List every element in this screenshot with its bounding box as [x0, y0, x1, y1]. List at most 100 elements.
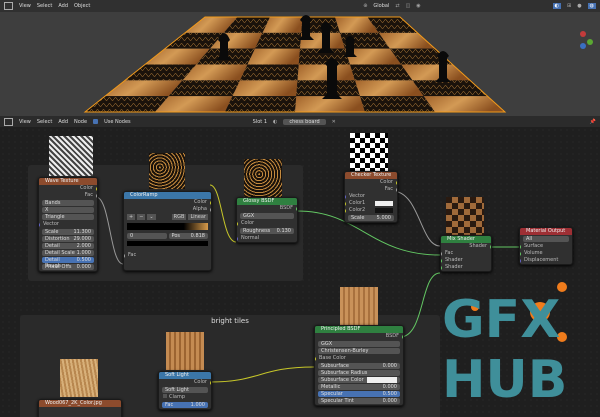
colorramp-gradient[interactable]	[127, 223, 208, 230]
principled-distribution-dropdown[interactable]: GGX	[318, 341, 400, 347]
viewport-menu-object[interactable]: Object	[74, 3, 90, 9]
overlay-icon[interactable]: ◐	[552, 3, 562, 9]
wave-detail-field[interactable]: Detail 2.000	[42, 243, 94, 249]
socket-in-displacement[interactable]	[520, 258, 521, 263]
socket-in-fac[interactable]	[441, 251, 442, 256]
principled-header[interactable]: Principled BSDF	[315, 326, 403, 333]
principled-specular-tint-field[interactable]: Specular Tint 0.000	[318, 398, 400, 404]
principled-specular-field[interactable]: Specular 0.500	[318, 391, 400, 397]
node-material-output[interactable]: Material Output All Surface Volume Displ…	[519, 227, 573, 265]
node-editor-type-icon[interactable]	[4, 117, 13, 126]
softlight-header[interactable]: Soft Light	[159, 372, 211, 379]
node-colorramp[interactable]: ColorRamp Color Alpha + − ⌄ RGB Linear 0…	[123, 191, 212, 271]
shading-solid-icon[interactable]: ●	[577, 3, 581, 9]
socket-out-color[interactable]	[96, 186, 97, 191]
orientation-dropdown[interactable]: Global	[373, 3, 389, 9]
pivot-icon[interactable]: ⇄	[395, 3, 399, 9]
socket-in-base-color[interactable]	[315, 356, 316, 361]
socket-in-color2[interactable]	[345, 208, 346, 213]
socket-out-fac[interactable]	[396, 187, 397, 192]
snap-icon[interactable]: ◫	[406, 3, 411, 9]
subsurface-color-swatch[interactable]	[367, 377, 397, 383]
socket-in-fac[interactable]	[124, 253, 125, 258]
ramp-mode-dropdown[interactable]: RGB	[171, 214, 187, 220]
material-output-header[interactable]: Material Output	[520, 228, 572, 235]
wave-direction-dropdown[interactable]: X	[42, 207, 94, 213]
wave-distortion-field[interactable]: Distortion 29.000	[42, 236, 94, 242]
gizmo-icon[interactable]: ⊞	[567, 3, 571, 9]
principled-subsurface-color-field[interactable]: Subsurface Color	[318, 377, 400, 383]
wave-profile-dropdown[interactable]: Triangle	[42, 214, 94, 220]
image-texture-header[interactable]: Wood067_2K_Color.jpg	[39, 400, 121, 407]
socket-in-volume[interactable]	[520, 251, 521, 256]
glossy-distribution-dropdown[interactable]: GGX	[240, 213, 294, 219]
socket-out-color[interactable]	[210, 380, 211, 385]
wave-detail-rough-field[interactable]: Detail Rough 0.500	[42, 257, 94, 269]
principled-metallic-field[interactable]: Metallic 0.000	[318, 384, 400, 390]
use-nodes-checkbox[interactable]	[93, 119, 99, 124]
node-menu-node[interactable]: Node	[74, 119, 87, 125]
shading-rendered-icon[interactable]: ◍	[587, 3, 596, 9]
mix-header[interactable]: Mix Shader	[441, 236, 491, 243]
slot-dropdown[interactable]: Slot 1	[253, 119, 267, 125]
principled-subsurface-radius-field[interactable]: Subsurface Radius	[318, 370, 400, 376]
socket-in-color[interactable]	[237, 221, 238, 226]
wave-detail-scale-field[interactable]: Detail Scale 1.000	[42, 250, 94, 256]
node-menu-view[interactable]: View	[19, 119, 31, 125]
socket-out-bsdf[interactable]	[402, 334, 403, 339]
node-mix-shader[interactable]: Mix Shader Shader Fac Shader Shader	[440, 235, 492, 272]
glossy-header[interactable]: Glossy BSDF	[237, 198, 297, 205]
viewport-menu-view[interactable]: View	[19, 3, 31, 9]
material-output-target-dropdown[interactable]: All	[523, 236, 569, 242]
ramp-interp-dropdown[interactable]: Linear	[188, 214, 208, 220]
colorramp-header[interactable]: ColorRamp	[124, 192, 211, 199]
softlight-blend-dropdown[interactable]: Soft Light	[162, 387, 208, 393]
checker-scale-field[interactable]: Scale 5.000	[348, 215, 394, 221]
color2-swatch[interactable]	[375, 208, 393, 213]
3d-viewport[interactable]	[0, 12, 600, 116]
socket-out-fac[interactable]	[96, 193, 97, 198]
wave-type-dropdown[interactable]: Bands	[42, 200, 94, 206]
socket-out-bsdf[interactable]	[296, 206, 297, 211]
ramp-stop-color[interactable]	[127, 241, 208, 246]
socket-in-shader[interactable]	[441, 265, 442, 270]
orientation-icon[interactable]: ⊕	[363, 3, 367, 9]
editor-type-icon[interactable]	[4, 2, 13, 10]
softlight-clamp-checkbox[interactable]: Clamp	[159, 394, 211, 401]
material-icon[interactable]: ◐	[273, 119, 277, 125]
node-glossy-bsdf[interactable]: Glossy BSDF BSDF GGX Color Roughness 0.13…	[236, 197, 298, 243]
wave-phase-offset-field[interactable]: Phase Offs 0.000	[42, 264, 94, 270]
color1-swatch[interactable]	[375, 201, 393, 206]
ramp-index-field[interactable]: 0	[127, 233, 167, 239]
node-menu-add[interactable]: Add	[58, 119, 68, 125]
node-menu-select[interactable]: Select	[37, 119, 52, 125]
principled-subsurface-field[interactable]: Subsurface 0.000	[318, 363, 400, 369]
checker-header[interactable]: Checker Texture	[345, 172, 397, 179]
remove-stop-button[interactable]: −	[137, 214, 146, 220]
viewport-menu-select[interactable]: Select	[37, 3, 52, 9]
add-stop-button[interactable]: +	[127, 214, 136, 220]
wave-scale-field[interactable]: Scale 11.300	[42, 229, 94, 235]
socket-in-vector[interactable]	[39, 222, 40, 227]
node-soft-light[interactable]: Soft Light Color Soft Light Clamp Fac 1.0…	[158, 371, 212, 410]
node-editor[interactable]: bright tiles Wave Texture Color Fac Band…	[0, 127, 600, 417]
ramp-options-icon[interactable]: ⌄	[147, 214, 156, 220]
principled-sss-method-dropdown[interactable]: Christensen-Burley	[318, 348, 400, 354]
glossy-roughness-field[interactable]: Roughness 0.130	[240, 228, 294, 234]
node-checker-texture[interactable]: Checker Texture Color Fac Vector Color1 …	[344, 171, 398, 223]
node-image-texture[interactable]: Wood067_2K_Color.jpg	[38, 399, 122, 417]
ramp-pos-field[interactable]: Pos 0.818	[168, 233, 208, 239]
socket-in-surface[interactable]	[520, 244, 521, 249]
wave-texture-header[interactable]: Wave Texture	[39, 178, 97, 185]
socket-in-vector[interactable]	[345, 194, 346, 199]
node-principled-bsdf[interactable]: Principled BSDF BSDF GGX Christensen-Bur…	[314, 325, 404, 406]
softlight-fac-field[interactable]: Fac 1.000	[162, 402, 208, 408]
socket-out-shader[interactable]	[490, 244, 491, 249]
socket-in-color1[interactable]	[345, 201, 346, 206]
socket-out-color[interactable]	[210, 200, 211, 205]
node-wave-texture[interactable]: Wave Texture Color Fac Bands X Triangle …	[38, 177, 98, 272]
socket-out-alpha[interactable]	[210, 207, 211, 212]
socket-out-color[interactable]	[396, 180, 397, 185]
socket-in-shader[interactable]	[441, 258, 442, 263]
material-name-field[interactable]: chess board	[283, 118, 326, 125]
